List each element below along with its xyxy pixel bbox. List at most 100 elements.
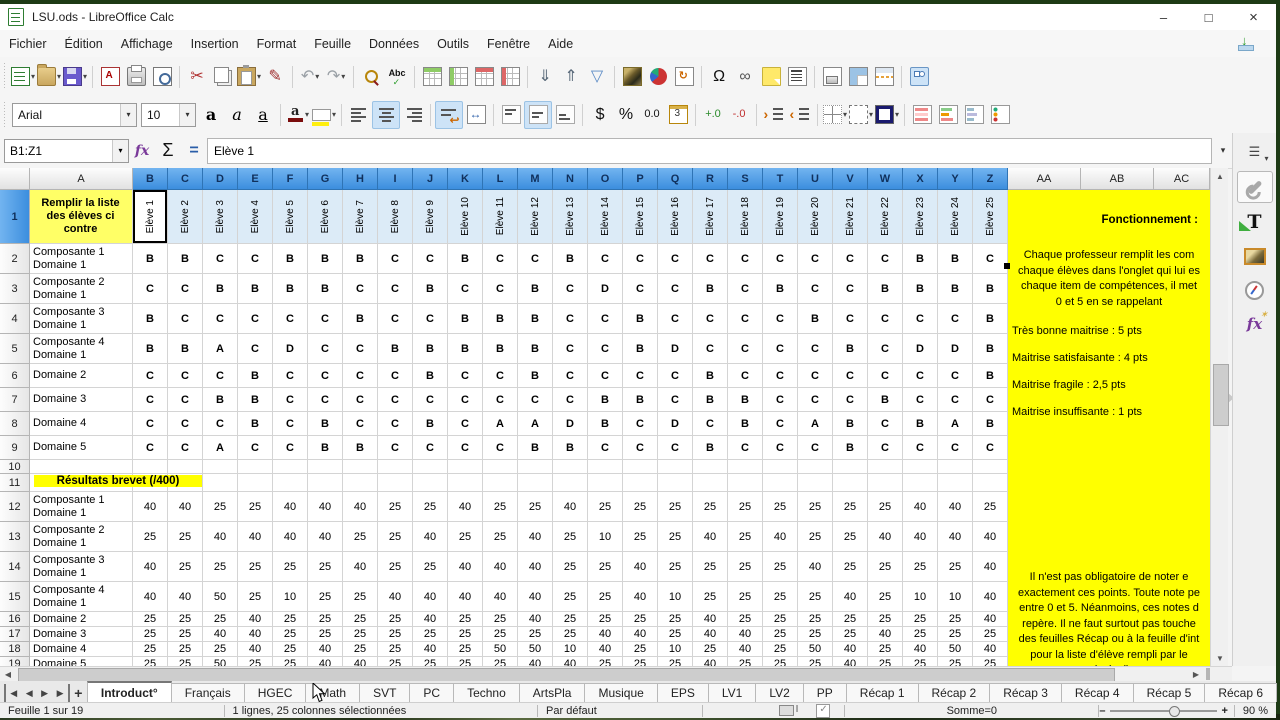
print-preview-icon[interactable]: [149, 64, 175, 90]
chevron-down-icon[interactable]: ▾: [179, 104, 195, 126]
points-cell[interactable]: 40: [693, 657, 728, 666]
grade-cell[interactable]: A: [203, 334, 238, 364]
points-cell[interactable]: 25: [868, 657, 903, 666]
maximize-button[interactable]: □: [1186, 4, 1231, 30]
grade-cell[interactable]: B: [413, 334, 448, 364]
grade-cell[interactable]: B: [868, 388, 903, 412]
grade-cell[interactable]: C: [518, 388, 553, 412]
menu-donnees[interactable]: Données: [360, 33, 428, 55]
menu-feuille[interactable]: Feuille: [305, 33, 360, 55]
points-cell[interactable]: 25: [623, 492, 658, 522]
row-label[interactable]: Domaine 4: [30, 642, 133, 657]
points-cell[interactable]: 25: [833, 627, 868, 642]
grade-cell[interactable]: C: [658, 304, 693, 334]
grade-cell[interactable]: D: [658, 334, 693, 364]
points-cell[interactable]: 40: [553, 657, 588, 666]
delete-rows-icon[interactable]: [471, 64, 497, 90]
cell[interactable]: [273, 474, 308, 492]
grade-cell[interactable]: B: [343, 244, 378, 274]
chevron-down-icon[interactable]: ▾: [869, 110, 873, 119]
points-cell[interactable]: 40: [973, 612, 1008, 627]
sidebar-settings-icon[interactable]: ☰: [1238, 137, 1272, 167]
row-header-15[interactable]: 15: [0, 582, 30, 612]
grade-cell[interactable]: B: [518, 304, 553, 334]
grade-cell[interactable]: B: [623, 304, 658, 334]
points-cell[interactable]: 40: [168, 492, 203, 522]
points-cell[interactable]: 25: [343, 582, 378, 612]
cell[interactable]: [973, 474, 1008, 492]
grade-cell[interactable]: C: [378, 388, 413, 412]
student-header-cell[interactable]: Elève 23: [903, 190, 938, 244]
redo-icon[interactable]: ↷▾: [323, 64, 349, 90]
row-label[interactable]: Composante 3 Domaine 1: [30, 304, 133, 334]
points-cell[interactable]: 25: [938, 627, 973, 642]
cell[interactable]: [483, 460, 518, 474]
grade-cell[interactable]: C: [798, 436, 833, 460]
points-cell[interactable]: 25: [868, 582, 903, 612]
grade-cell[interactable]: C: [168, 364, 203, 388]
cell[interactable]: [658, 474, 693, 492]
grade-cell[interactable]: C: [133, 274, 168, 304]
grade-cell[interactable]: C: [623, 412, 658, 436]
expand-formula-bar-icon[interactable]: ▾: [1214, 139, 1232, 163]
points-cell[interactable]: 25: [133, 522, 168, 552]
number-format-icon[interactable]: 0.0: [639, 102, 665, 128]
column-header-F[interactable]: F: [273, 168, 308, 190]
row-header-14[interactable]: 14: [0, 552, 30, 582]
column-header-T[interactable]: T: [763, 168, 798, 190]
grade-cell[interactable]: C: [763, 364, 798, 388]
menu-affichage[interactable]: Affichage: [112, 33, 182, 55]
grade-cell[interactable]: C: [518, 244, 553, 274]
spreadsheet-grid[interactable]: ABCDEFGHIJKLMNOPQRSTUVWXYZAAABAC1Remplir…: [0, 168, 1210, 666]
grade-cell[interactable]: A: [518, 412, 553, 436]
cell[interactable]: [798, 474, 833, 492]
grade-cell[interactable]: C: [203, 244, 238, 274]
grade-cell[interactable]: C: [483, 244, 518, 274]
points-cell[interactable]: 25: [693, 492, 728, 522]
grade-cell[interactable]: B: [273, 244, 308, 274]
find-replace-icon[interactable]: [358, 64, 384, 90]
grade-cell[interactable]: C: [938, 436, 973, 460]
grade-cell[interactable]: C: [588, 304, 623, 334]
points-cell[interactable]: 25: [273, 642, 308, 657]
points-cell[interactable]: 10: [273, 582, 308, 612]
points-cell[interactable]: 40: [833, 642, 868, 657]
student-header-cell[interactable]: Elève 22: [868, 190, 903, 244]
student-header-cell[interactable]: Elève 11: [483, 190, 518, 244]
sum-label[interactable]: Somme=0: [845, 705, 1098, 717]
cond-format-condition-icon[interactable]: [987, 102, 1013, 128]
points-cell[interactable]: 25: [203, 492, 238, 522]
sidebar-toggle-icon[interactable]: [906, 64, 932, 90]
grade-cell[interactable]: C: [413, 304, 448, 334]
grade-cell[interactable]: B: [693, 388, 728, 412]
grade-cell[interactable]: C: [798, 334, 833, 364]
points-cell[interactable]: 40: [203, 522, 238, 552]
points-cell[interactable]: 40: [903, 522, 938, 552]
grade-cell[interactable]: C: [903, 388, 938, 412]
points-cell[interactable]: 25: [168, 657, 203, 666]
grade-cell[interactable]: C: [273, 304, 308, 334]
points-cell[interactable]: 40: [413, 642, 448, 657]
grade-cell[interactable]: B: [588, 388, 623, 412]
sheet-tab-recap4[interactable]: Récap 4: [1061, 683, 1134, 702]
points-cell[interactable]: 40: [448, 492, 483, 522]
points-cell[interactable]: 25: [693, 642, 728, 657]
points-cell[interactable]: 25: [728, 552, 763, 582]
points-cell[interactable]: 40: [518, 657, 553, 666]
grade-cell[interactable]: C: [483, 388, 518, 412]
sheet-tab-pc[interactable]: PC: [409, 683, 454, 702]
grade-cell[interactable]: C: [868, 436, 903, 460]
points-cell[interactable]: 40: [833, 582, 868, 612]
student-header-cell[interactable]: Elève 15: [623, 190, 658, 244]
grade-cell[interactable]: C: [728, 304, 763, 334]
points-cell[interactable]: 40: [693, 612, 728, 627]
row-header-16[interactable]: 16: [0, 612, 30, 627]
cell[interactable]: [763, 474, 798, 492]
points-cell[interactable]: 40: [518, 612, 553, 627]
points-cell[interactable]: 25: [553, 627, 588, 642]
grade-cell[interactable]: C: [728, 274, 763, 304]
grade-cell[interactable]: B: [483, 334, 518, 364]
points-cell[interactable]: 25: [133, 627, 168, 642]
points-cell[interactable]: 25: [518, 492, 553, 522]
row-label[interactable]: Composante 4 Domaine 1: [30, 334, 133, 364]
